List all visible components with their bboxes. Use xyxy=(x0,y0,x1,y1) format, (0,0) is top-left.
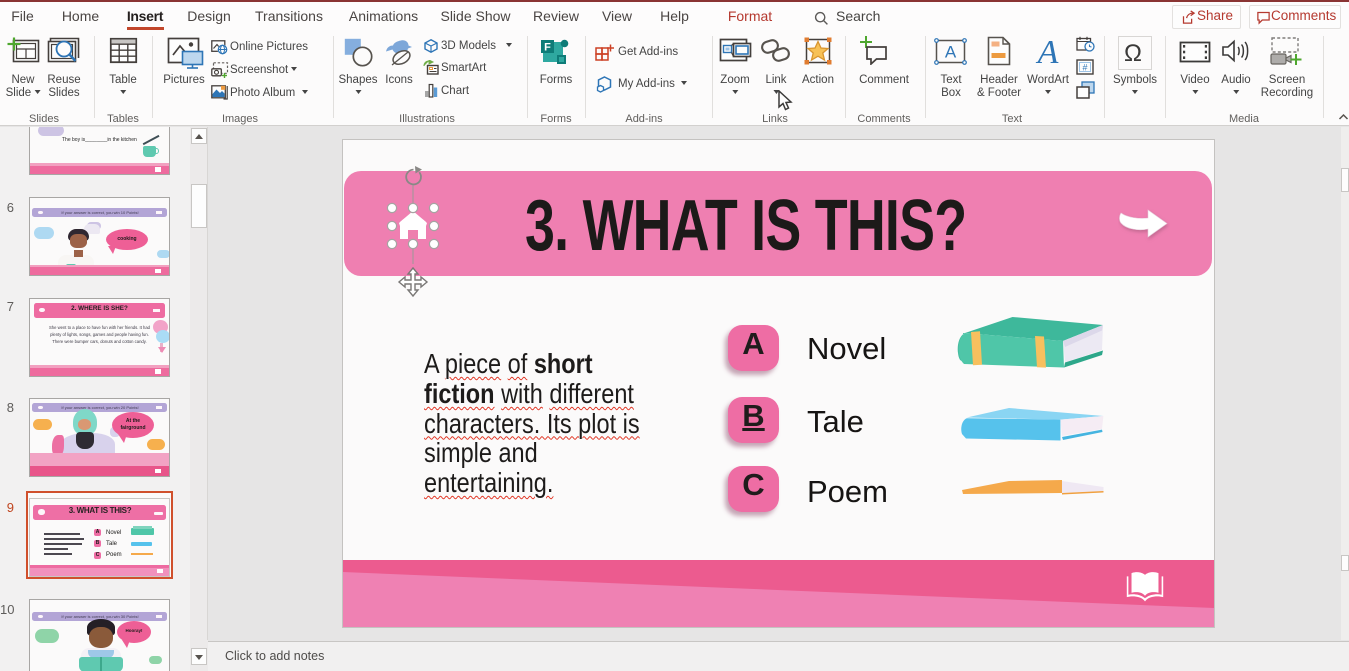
svg-text:F: F xyxy=(544,42,551,54)
svg-text:A: A xyxy=(945,43,957,62)
svg-text:#: # xyxy=(1082,63,1087,73)
svg-text:A: A xyxy=(1036,36,1059,67)
